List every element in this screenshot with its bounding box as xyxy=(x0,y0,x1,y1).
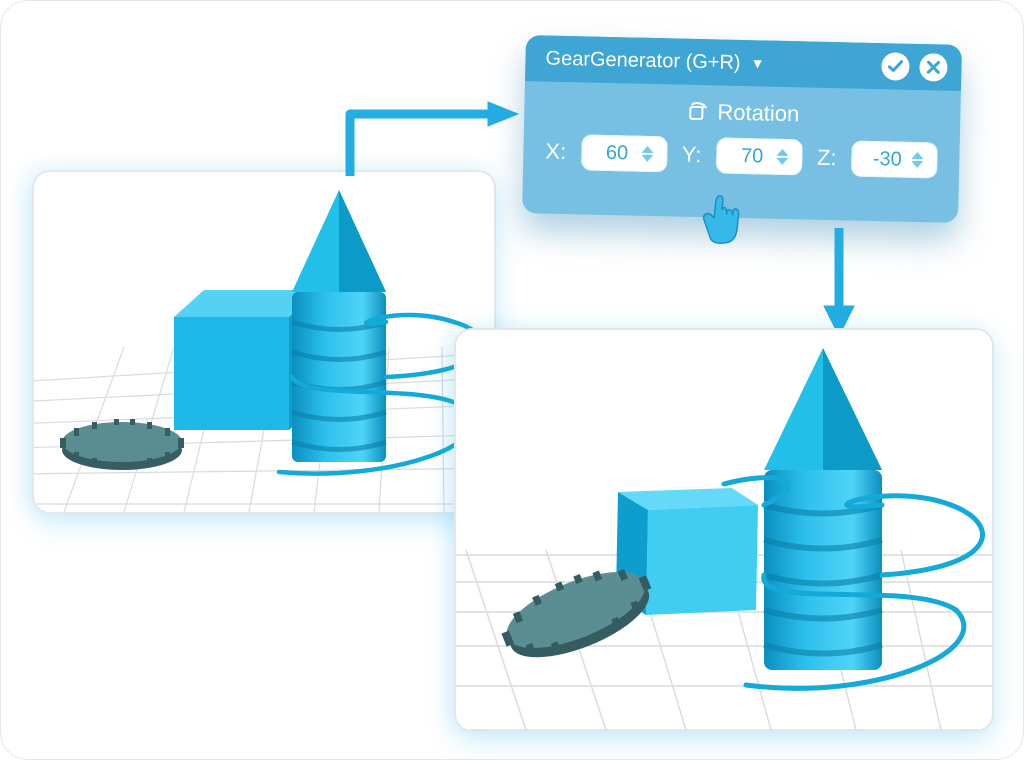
stepper-icon[interactable] xyxy=(911,142,938,179)
x-value[interactable] xyxy=(593,140,642,166)
y-label: Y: xyxy=(682,142,702,168)
stepper-icon[interactable] xyxy=(776,139,803,176)
panel-title: GearGenerator (G+R) xyxy=(545,47,741,74)
helix-tower-object xyxy=(724,348,983,688)
arrow-to-panel-icon xyxy=(320,96,520,186)
cursor-hand-icon xyxy=(689,189,748,248)
illustration-canvas: GearGenerator (G+R) ▼ Rotation xyxy=(0,0,1024,760)
arrow-to-result-icon xyxy=(818,228,860,336)
x-input[interactable] xyxy=(581,134,668,172)
scene-after xyxy=(454,328,994,732)
rotation-section: Rotation xyxy=(546,96,938,131)
y-input[interactable] xyxy=(716,137,803,175)
stepper-icon[interactable] xyxy=(641,136,668,173)
panel-body: Rotation X: Y: Z: xyxy=(523,81,961,179)
z-value[interactable] xyxy=(863,146,912,172)
gear-object xyxy=(60,419,184,470)
z-label: Z: xyxy=(817,145,837,171)
z-input[interactable] xyxy=(851,140,938,178)
close-button[interactable] xyxy=(919,53,948,82)
section-label: Rotation xyxy=(717,99,800,127)
scene-before xyxy=(32,170,496,514)
confirm-button[interactable] xyxy=(881,52,910,81)
x-label: X: xyxy=(545,139,566,165)
helix-tower-object xyxy=(279,190,483,474)
rotation-icon xyxy=(685,101,707,123)
chevron-down-icon[interactable]: ▼ xyxy=(750,55,764,71)
y-value[interactable] xyxy=(728,143,777,169)
